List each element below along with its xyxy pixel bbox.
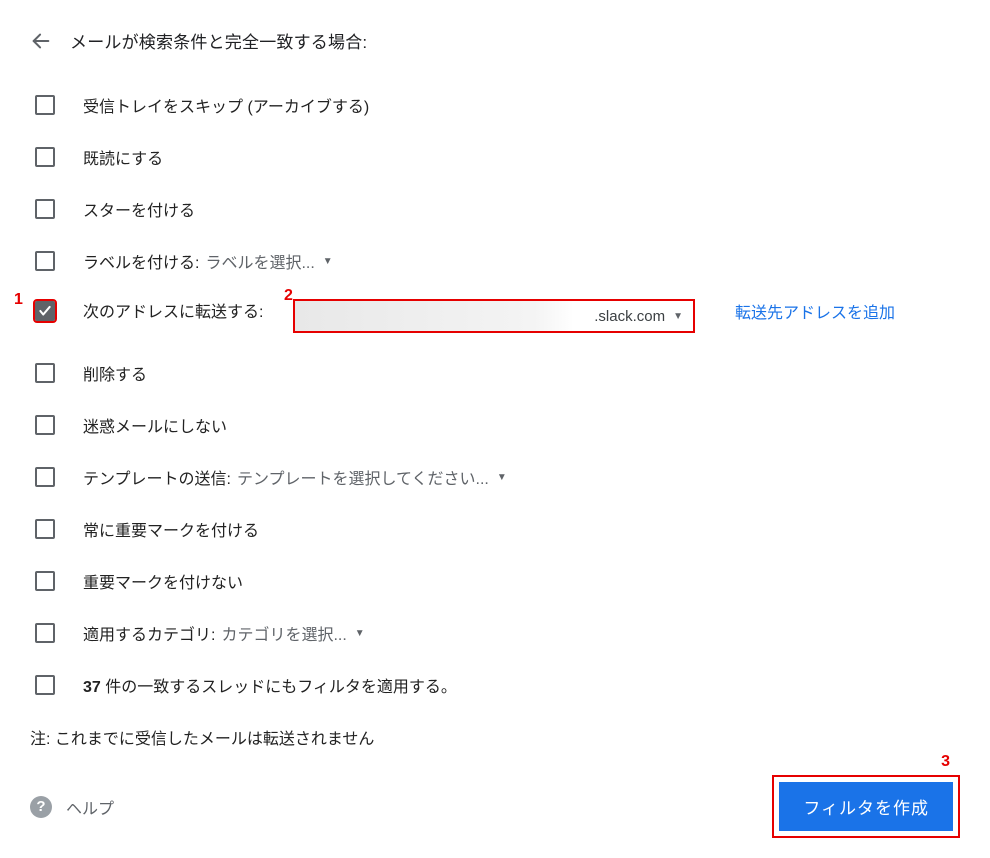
apply-category-checkbox[interactable] <box>35 623 55 643</box>
chevron-down-icon: ▼ <box>355 628 365 639</box>
star-label: スターを付ける <box>83 197 195 221</box>
apply-category-label: 適用するカテゴリ: <box>83 621 215 645</box>
also-apply-count: 37 <box>83 679 101 696</box>
note-text: 注: これまでに受信したメールは転送されません <box>30 725 960 749</box>
mark-read-checkbox[interactable] <box>35 147 55 167</box>
skip-inbox-checkbox[interactable] <box>35 95 55 115</box>
chevron-down-icon: ▼ <box>323 256 333 267</box>
never-important-label: 重要マークを付けない <box>83 569 243 593</box>
never-spam-label: 迷惑メールにしない <box>83 413 227 437</box>
template-select-text: テンプレートを選択してください... <box>237 465 489 489</box>
also-apply-checkbox[interactable] <box>35 675 55 695</box>
template-select-dropdown[interactable]: テンプレートを選択してください... ▼ <box>237 465 507 489</box>
always-important-label: 常に重要マークを付ける <box>83 517 259 541</box>
also-apply-label: 37 件の一致するスレッドにもフィルタを適用する。 <box>83 673 457 697</box>
annotation-1: 1 <box>14 291 23 309</box>
send-template-label: テンプレートの送信: <box>83 465 231 489</box>
forward-address-dropdown[interactable]: .slack.com ▼ <box>293 299 695 333</box>
forward-label: 次のアドレスに転送する: <box>83 301 293 325</box>
help-text: ヘルプ <box>66 795 114 819</box>
help-icon: ? <box>30 796 52 818</box>
never-spam-checkbox[interactable] <box>35 415 55 435</box>
add-forward-address-link[interactable]: 転送先アドレスを追加 <box>735 301 915 327</box>
label-select-dropdown[interactable]: ラベルを選択... ▼ <box>205 249 332 273</box>
delete-label: 削除する <box>83 361 147 385</box>
create-filter-button[interactable]: フィルタを作成 <box>779 782 953 831</box>
page-title: メールが検索条件と完全一致する場合: <box>70 28 367 53</box>
always-important-checkbox[interactable] <box>35 519 55 539</box>
annotation-2: 2 <box>284 287 293 305</box>
label-select-text: ラベルを選択... <box>205 249 314 273</box>
delete-checkbox[interactable] <box>35 363 55 383</box>
chevron-down-icon: ▼ <box>673 311 683 322</box>
forward-checkbox[interactable] <box>35 301 55 321</box>
also-apply-text: 件の一致するスレッドにもフィルタを適用する。 <box>101 679 457 696</box>
category-select-text: カテゴリを選択... <box>221 621 346 645</box>
forward-address-value: .slack.com <box>594 308 665 325</box>
create-button-highlight: フィルタを作成 <box>772 775 960 838</box>
chevron-down-icon: ▼ <box>497 472 507 483</box>
back-arrow-icon[interactable] <box>30 30 52 52</box>
help-link[interactable]: ? ヘルプ <box>30 795 114 819</box>
skip-inbox-label: 受信トレイをスキップ (アーカイブする) <box>83 93 369 117</box>
apply-label-label: ラベルを付ける: <box>83 249 199 273</box>
annotation-3: 3 <box>941 753 950 771</box>
never-important-checkbox[interactable] <box>35 571 55 591</box>
apply-label-checkbox[interactable] <box>35 251 55 271</box>
mark-read-label: 既読にする <box>83 145 163 169</box>
send-template-checkbox[interactable] <box>35 467 55 487</box>
category-select-dropdown[interactable]: カテゴリを選択... ▼ <box>221 621 364 645</box>
star-checkbox[interactable] <box>35 199 55 219</box>
